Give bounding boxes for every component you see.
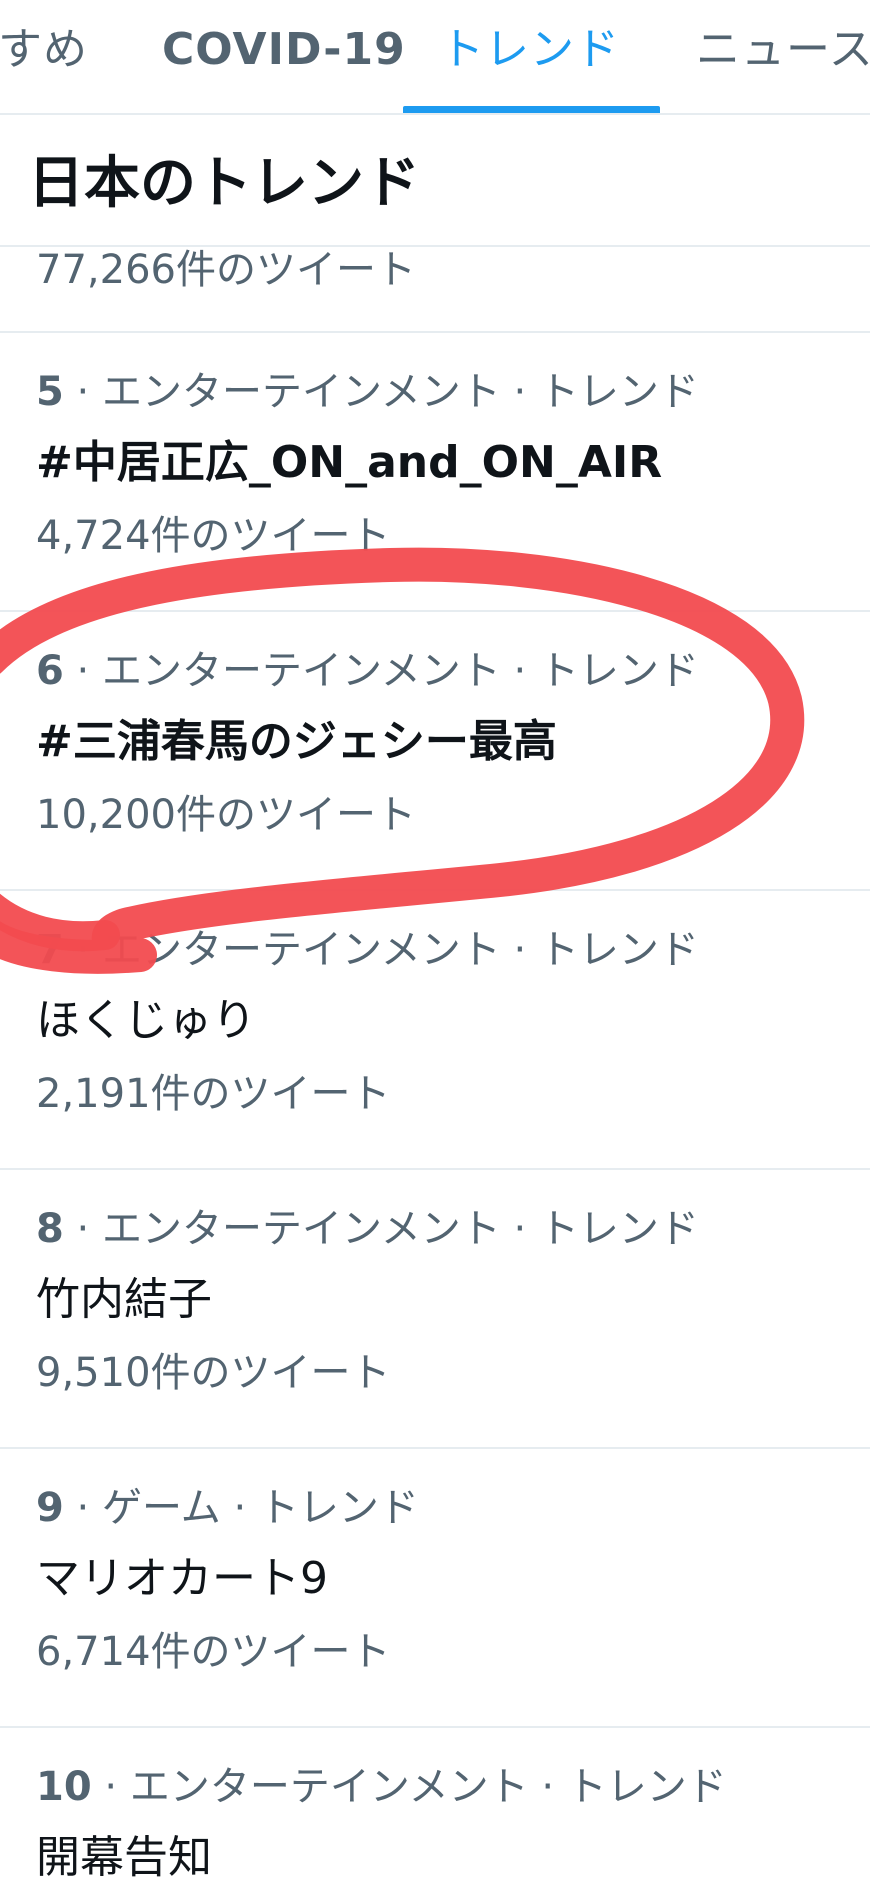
trend-meta: 7 · エンターテインメント · トレンド — [36, 925, 699, 975]
trend-rank: 8 — [36, 1206, 64, 1252]
trend-meta: 8 · エンターテインメント · トレンド — [36, 1204, 699, 1254]
trend-name: 竹内結子 — [36, 1274, 212, 1325]
trend-meta: 9 · ゲーム · トレンド — [36, 1483, 419, 1533]
tab-trends[interactable]: トレンド — [440, 20, 620, 80]
tab-bar: すめ COVID-19 トレンド ニュース — [0, 0, 870, 115]
trend-item-9[interactable]: 9 · ゲーム · トレンド マリオカート9 6,714件のツイート — [0, 1449, 870, 1728]
tweet-count: 4,724件のツイート — [36, 513, 391, 559]
tab-covid-19[interactable]: COVID-19 — [162, 20, 406, 80]
trend-meta: 5 · エンターテインメント · トレンド — [36, 367, 699, 417]
trend-category: · エンターテインメント · トレンド — [63, 369, 699, 415]
trend-item-7[interactable]: 7 · エンターテインメント · トレンド ほくじゅり 2,191件のツイート — [0, 891, 870, 1170]
trend-item-6[interactable]: 6 · エンターテインメント · トレンド #三浦春馬のジェシー最高 10,20… — [0, 612, 870, 891]
trend-name: ほくじゅり — [36, 995, 256, 1046]
trend-meta: 6 · エンターテインメント · トレンド — [36, 646, 699, 696]
trend-rank: 5 — [36, 369, 64, 415]
tab-recommended[interactable]: すめ — [0, 20, 88, 80]
trend-name: マリオカート9 — [36, 1553, 328, 1604]
trend-item-10[interactable]: 10 · エンターテインメント · トレンド 開幕告知 — [0, 1728, 870, 1886]
trend-name: #中居正広_ON_and_ON_AIR — [36, 437, 663, 488]
tweet-count: 10,200件のツイート — [36, 792, 416, 838]
section-title: 日本のトレンド — [28, 151, 420, 216]
trend-category: · エンターテインメント · トレンド — [91, 1764, 727, 1810]
trend-rank: 10 — [36, 1764, 92, 1810]
trend-item-partial[interactable]: 77,266件のツイート — [0, 247, 870, 333]
trend-rank: 7 — [36, 927, 64, 973]
trend-category: · エンターテインメント · トレンド — [63, 648, 699, 694]
trend-meta: 10 · エンターテインメント · トレンド — [36, 1762, 727, 1812]
section-header: 日本のトレンド — [0, 115, 870, 247]
tweet-count: 6,714件のツイート — [36, 1629, 391, 1675]
trend-name: #三浦春馬のジェシー最高 — [36, 716, 557, 767]
trend-category: · エンターテインメント · トレンド — [63, 927, 699, 973]
tweet-count: 9,510件のツイート — [36, 1350, 391, 1396]
tweet-count: 77,266件のツイート — [36, 247, 416, 293]
trend-name: 開幕告知 — [36, 1832, 212, 1883]
tweet-count: 2,191件のツイート — [36, 1071, 391, 1117]
tab-news[interactable]: ニュース — [696, 20, 870, 80]
trend-category: · ゲーム · トレンド — [63, 1485, 419, 1531]
trend-item-8[interactable]: 8 · エンターテインメント · トレンド 竹内結子 9,510件のツイート — [0, 1170, 870, 1449]
trend-rank: 6 — [36, 648, 64, 694]
trend-rank: 9 — [36, 1485, 64, 1531]
active-tab-indicator — [403, 106, 660, 113]
trend-category: · エンターテインメント · トレンド — [63, 1206, 699, 1252]
trend-item-5[interactable]: 5 · エンターテインメント · トレンド #中居正広_ON_and_ON_AI… — [0, 333, 870, 612]
